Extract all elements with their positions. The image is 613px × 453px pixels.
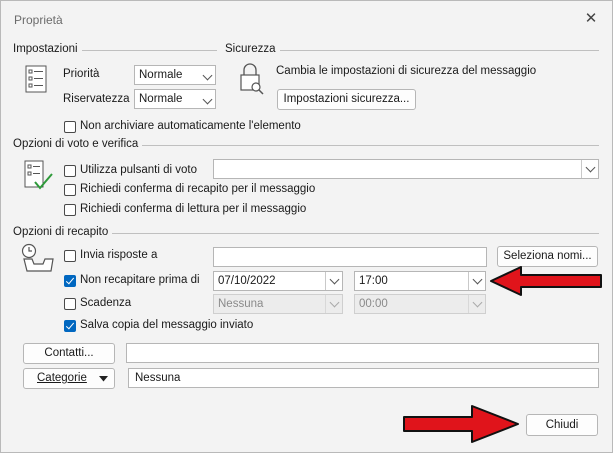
chevron-down-icon — [329, 297, 340, 308]
deliver-date-dropdown[interactable] — [325, 272, 342, 290]
do-not-deliver-checkbox[interactable] — [64, 275, 76, 287]
delivery-receipt-label[interactable]: Richiedi conferma di recapito per il mes… — [80, 183, 315, 195]
security-settings-button[interactable]: Impostazioni sicurezza... — [277, 89, 416, 110]
chevron-down-icon — [202, 70, 213, 81]
read-receipt-label[interactable]: Richiedi conferma di lettura per il mess… — [80, 203, 306, 215]
save-copy-checkbox[interactable] — [64, 320, 76, 332]
expires-time-dropdown — [468, 295, 485, 313]
confidentiality-value: Normale — [139, 93, 183, 105]
priority-select[interactable]: Normale — [134, 65, 216, 85]
no-archive-checkbox[interactable] — [64, 121, 76, 133]
red-arrow-left-icon — [489, 265, 603, 297]
chevron-down-icon — [585, 162, 596, 173]
chevron-down-icon — [472, 274, 483, 285]
chevron-down-icon — [202, 94, 213, 105]
delivery-clock-icon — [20, 243, 54, 276]
contacts-button[interactable]: Contatti... — [23, 343, 115, 364]
dialog-title: Proprietà — [14, 13, 63, 27]
expires-checkbox[interactable] — [64, 298, 76, 310]
voting-buttons-select[interactable] — [213, 159, 599, 179]
expires-date-dropdown — [325, 295, 342, 313]
properties-list-icon — [25, 65, 47, 96]
read-receipt-checkbox[interactable] — [64, 204, 76, 216]
use-voting-label[interactable]: Utilizza pulsanti di voto — [80, 164, 197, 176]
priority-label: Priorità — [63, 68, 100, 80]
reply-to-input[interactable] — [213, 247, 487, 267]
priority-value: Normale — [139, 69, 183, 81]
reply-to-label[interactable]: Invia risposte a — [80, 249, 157, 261]
do-not-deliver-label[interactable]: Non recapitare prima di — [80, 274, 200, 286]
expires-time-value: 00:00 — [359, 298, 388, 310]
deliver-date-picker[interactable]: 07/10/2022 — [213, 271, 343, 291]
select-names-button[interactable]: Seleziona nomi... — [497, 246, 598, 267]
expires-date-value: Nessuna — [218, 298, 264, 310]
caret-down-icon — [99, 376, 108, 382]
deliver-time-select[interactable]: 17:00 — [354, 271, 486, 291]
use-voting-checkbox[interactable] — [64, 165, 76, 177]
categories-button[interactable]: Categorie — [23, 368, 115, 389]
confidentiality-label: Riservatezza — [63, 93, 130, 105]
sicurezza-heading: Sicurezza — [225, 43, 280, 55]
voting-dropdown-button[interactable] — [581, 160, 598, 178]
categories-button-label: Categorie — [37, 372, 87, 384]
deliver-time-dropdown[interactable] — [468, 272, 485, 290]
chevron-down-icon — [472, 297, 483, 308]
close-button[interactable]: Chiudi — [526, 414, 598, 436]
expires-time-select: 00:00 — [354, 294, 486, 314]
sicurezza-divider — [225, 50, 599, 51]
security-lock-icon — [239, 62, 265, 99]
chevron-down-icon — [329, 274, 340, 285]
confidentiality-select[interactable]: Normale — [134, 89, 216, 109]
reply-to-checkbox[interactable] — [64, 250, 76, 262]
deliver-date-value: 07/10/2022 — [218, 275, 276, 287]
voting-checklist-icon — [24, 160, 54, 195]
security-description: Cambia le impostazioni di sicurezza del … — [276, 65, 537, 77]
voto-heading: Opzioni di voto e verifica — [13, 138, 143, 150]
delivery-receipt-checkbox[interactable] — [64, 184, 76, 196]
save-copy-label[interactable]: Salva copia del messaggio inviato — [80, 319, 253, 331]
red-arrow-right-icon — [402, 404, 520, 444]
categories-input[interactable]: Nessuna — [128, 368, 599, 388]
no-archive-label[interactable]: Non archiviare automaticamente l'element… — [80, 120, 301, 132]
recapito-heading: Opzioni di recapito — [13, 226, 113, 238]
expires-label[interactable]: Scadenza — [80, 297, 131, 309]
expires-date-picker: Nessuna — [213, 294, 343, 314]
close-icon[interactable]: ✕ — [582, 10, 600, 28]
impostazioni-heading: Impostazioni — [13, 43, 82, 55]
contacts-input[interactable] — [126, 343, 599, 363]
deliver-time-value: 17:00 — [359, 275, 388, 287]
